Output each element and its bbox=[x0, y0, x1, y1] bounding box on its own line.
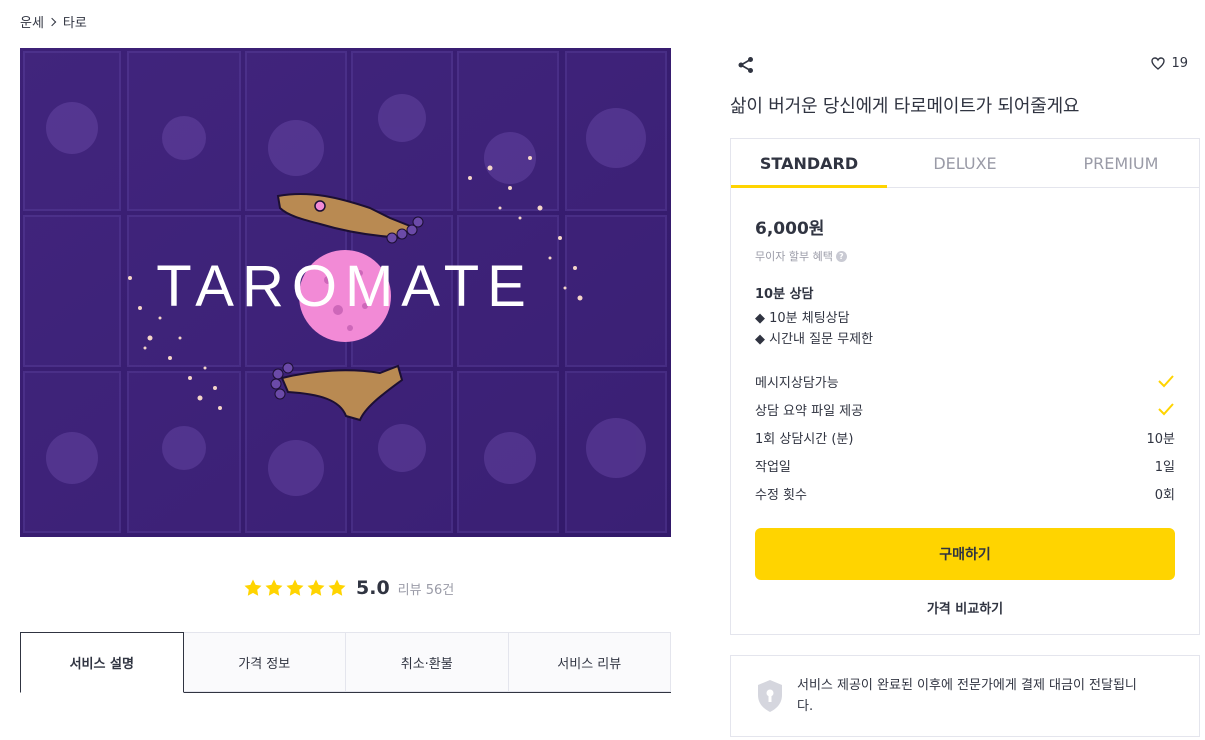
like-count: 19 bbox=[1171, 56, 1188, 71]
package-tab-standard[interactable]: STANDARD bbox=[731, 139, 887, 188]
heart-icon bbox=[1151, 57, 1166, 70]
star-icon bbox=[307, 579, 325, 596]
tab-price-info[interactable]: 가격 정보 bbox=[183, 632, 346, 692]
review-count-link[interactable]: 리뷰 56건 bbox=[398, 579, 455, 598]
shield-lock-icon bbox=[758, 680, 782, 712]
feature-row: 상담 요약 파일 제공 bbox=[755, 395, 1175, 423]
star-icon bbox=[328, 579, 346, 596]
rating-stars bbox=[243, 578, 347, 598]
service-title: 삶이 버거운 당신에게 타로메이트가 되어줄게요 bbox=[730, 96, 1080, 117]
feature-label: 작업일 bbox=[755, 459, 791, 475]
taromate-artwork: TAROMATE bbox=[20, 48, 671, 537]
question-icon[interactable]: ? bbox=[835, 250, 847, 262]
rating-summary: 5.0 리뷰 56건 bbox=[243, 576, 454, 600]
check-icon bbox=[1158, 403, 1174, 416]
service-thumbnail: TAROMATE bbox=[20, 48, 671, 537]
installment-label: 무이자 할부 혜택 bbox=[755, 250, 833, 263]
plan-name: 10분 상담 bbox=[755, 287, 814, 302]
feature-row: 수정 횟수 0회 bbox=[755, 479, 1175, 507]
package-tab-premium[interactable]: PREMIUM bbox=[1043, 139, 1199, 187]
installment-info: 무이자 할부 혜택 ? bbox=[755, 248, 1175, 264]
package-tab-deluxe[interactable]: DELUXE bbox=[887, 139, 1043, 187]
like-button[interactable]: 19 bbox=[1151, 56, 1188, 71]
feature-list: 메시지상담가능 상담 요약 파일 제공 1회 상담시간 (분) 10분 작업일 … bbox=[755, 367, 1175, 507]
feature-value: 10분 bbox=[1146, 431, 1175, 447]
rating-score: 5.0 bbox=[356, 577, 390, 599]
notice-text: 서비스 제공이 완료된 이후에 전문가에게 결제 대금이 전달됩니다. bbox=[797, 678, 1137, 714]
feature-row: 1회 상담시간 (분) 10분 bbox=[755, 423, 1175, 451]
feature-row: 메시지상담가능 bbox=[755, 367, 1175, 395]
feature-value: 1일 bbox=[1154, 459, 1175, 475]
feature-label: 수정 횟수 bbox=[755, 487, 807, 503]
star-icon bbox=[244, 579, 262, 596]
feature-row: 작업일 1일 bbox=[755, 451, 1175, 479]
tab-service-review[interactable]: 서비스 리뷰 bbox=[508, 632, 671, 692]
share-icon[interactable] bbox=[737, 56, 755, 74]
package-tabs: STANDARD DELUXE PREMIUM bbox=[731, 139, 1199, 188]
chevron-right-icon bbox=[47, 17, 57, 26]
feature-label: 메시지상담가능 bbox=[755, 375, 839, 391]
detail-tabs: 서비스 설명 가격 정보 취소·환불 서비스 리뷰 bbox=[20, 632, 671, 693]
feature-label: 상담 요약 파일 제공 bbox=[755, 403, 864, 419]
logo-text: TAROMATE bbox=[156, 254, 534, 319]
breadcrumb: 운세 타로 bbox=[20, 12, 87, 31]
package-price: 6,000원 bbox=[755, 219, 825, 239]
feature-label: 1회 상담시간 (분) bbox=[755, 431, 854, 447]
plan-line: ◆ 시간내 질문 무제한 bbox=[755, 332, 874, 347]
star-icon bbox=[286, 579, 304, 596]
feature-value: 0회 bbox=[1154, 487, 1175, 503]
payment-notice: 서비스 제공이 완료된 이후에 전문가에게 결제 대금이 전달됩니다. bbox=[730, 655, 1200, 737]
plan-description: ◆ 10분 체팅상담 ◆ 시간내 질문 무제한 bbox=[755, 308, 1175, 350]
breadcrumb-subcategory[interactable]: 타로 bbox=[63, 12, 87, 31]
tab-service-description[interactable]: 서비스 설명 bbox=[20, 632, 184, 693]
package-panel: STANDARD DELUXE PREMIUM 6,000원 무이자 할부 혜택… bbox=[730, 138, 1200, 635]
compare-price-link[interactable]: 가격 비교하기 bbox=[755, 598, 1175, 617]
star-icon bbox=[265, 579, 283, 596]
buy-button[interactable]: 구매하기 bbox=[755, 528, 1175, 580]
plan-line: ◆ 10분 체팅상담 bbox=[755, 311, 850, 326]
tab-cancel-refund[interactable]: 취소·환불 bbox=[346, 632, 509, 692]
check-icon bbox=[1158, 375, 1174, 388]
breadcrumb-category[interactable]: 운세 bbox=[20, 12, 44, 31]
